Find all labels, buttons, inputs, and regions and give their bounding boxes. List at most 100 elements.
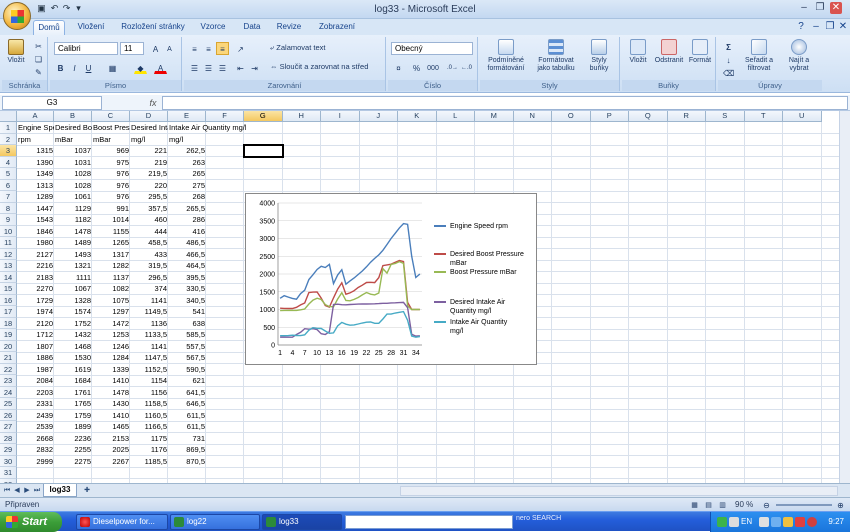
column-header-b[interactable]: B <box>54 111 92 122</box>
cell-e1[interactable]: Intake Air Quantity mg/l <box>168 122 246 134</box>
cell-e29[interactable]: 869,5 <box>168 444 206 456</box>
row-header[interactable]: 9 <box>0 214 17 226</box>
column-header-g[interactable]: G <box>244 111 283 122</box>
cell-e7[interactable]: 268 <box>168 191 206 203</box>
cut-icon[interactable]: ✂ <box>32 39 45 52</box>
cell-a28[interactable]: 2668 <box>17 433 54 445</box>
column-header-t[interactable]: T <box>744 111 783 122</box>
column-header-s[interactable]: S <box>706 111 745 122</box>
cell-d12[interactable]: 433 <box>130 249 168 261</box>
column-header-j[interactable]: J <box>359 111 398 122</box>
active-cell[interactable] <box>243 144 284 158</box>
tray-alert-icon[interactable] <box>807 517 817 527</box>
column-header-e[interactable]: E <box>168 111 206 122</box>
cell-b17[interactable]: 1574 <box>54 306 92 318</box>
cell-d10[interactable]: 444 <box>130 226 168 238</box>
clear-icon[interactable]: ⌫ <box>722 66 735 79</box>
cell-e14[interactable]: 395,5 <box>168 272 206 284</box>
row-header[interactable]: 14 <box>0 271 17 283</box>
bold-button[interactable]: B <box>54 61 67 74</box>
language-indicator[interactable]: EN <box>741 517 752 526</box>
cell-b23[interactable]: 1684 <box>54 375 92 387</box>
ribbon-close-icon[interactable]: ✕ <box>837 21 849 33</box>
cell-a22[interactable]: 1987 <box>17 364 54 376</box>
cell-e2[interactable]: mg/l <box>168 134 206 146</box>
cell-d26[interactable]: 1160,5 <box>130 410 168 422</box>
cell-b10[interactable]: 1478 <box>54 226 92 238</box>
cell-d28[interactable]: 1175 <box>130 433 168 445</box>
cell-d30[interactable]: 1185,5 <box>130 456 168 468</box>
cell-d9[interactable]: 460 <box>130 214 168 226</box>
insert-sheet-icon[interactable]: ✚ <box>80 485 94 496</box>
cell-c5[interactable]: 976 <box>92 168 130 180</box>
cell-b9[interactable]: 1182 <box>54 214 92 226</box>
align-bottom-icon[interactable]: ≡ <box>216 42 229 55</box>
cell-d8[interactable]: 357,5 <box>130 203 168 215</box>
task-log22[interactable]: log22 <box>170 514 260 530</box>
cell-a17[interactable]: 1974 <box>17 306 54 318</box>
office-button[interactable] <box>3 2 31 30</box>
font-name-select[interactable]: Calibri <box>54 42 118 55</box>
cell-b4[interactable]: 1031 <box>54 157 92 169</box>
grow-font-icon[interactable]: A <box>149 42 162 55</box>
cell-c22[interactable]: 1339 <box>92 364 130 376</box>
copy-icon[interactable]: ❏ <box>32 52 45 65</box>
cell-d20[interactable]: 1141 <box>130 341 168 353</box>
cell-b22[interactable]: 1619 <box>54 364 92 376</box>
cell-b20[interactable]: 1468 <box>54 341 92 353</box>
cell-e22[interactable]: 590,5 <box>168 364 206 376</box>
format-cells-button[interactable]: Formát <box>686 39 714 65</box>
column-header-p[interactable]: P <box>590 111 629 122</box>
cell-b16[interactable]: 1328 <box>54 295 92 307</box>
cell-c6[interactable]: 976 <box>92 180 130 192</box>
cell-b12[interactable]: 1493 <box>54 249 92 261</box>
cell-e19[interactable]: 585,5 <box>168 329 206 341</box>
cell-e27[interactable]: 611,5 <box>168 421 206 433</box>
prev-sheet-icon[interactable]: ◀ <box>12 485 22 496</box>
first-sheet-icon[interactable]: ⏮ <box>2 485 12 496</box>
column-header-l[interactable]: L <box>436 111 475 122</box>
cell-e13[interactable]: 464,5 <box>168 260 206 272</box>
cell-a3[interactable]: 1315 <box>17 145 54 157</box>
cell-c10[interactable]: 1155 <box>92 226 130 238</box>
cell-e11[interactable]: 486,5 <box>168 237 206 249</box>
align-right-icon[interactable]: ☰ <box>216 61 229 74</box>
row-header[interactable]: 16 <box>0 294 17 306</box>
cell-e5[interactable]: 265 <box>168 168 206 180</box>
cell-e10[interactable]: 416 <box>168 226 206 238</box>
cell-b2[interactable]: mBar <box>54 134 92 146</box>
cell-a5[interactable]: 1349 <box>17 168 54 180</box>
cell-b19[interactable]: 1432 <box>54 329 92 341</box>
cell-c18[interactable]: 1472 <box>92 318 130 330</box>
column-header-k[interactable]: K <box>398 111 437 122</box>
cell-a21[interactable]: 1886 <box>17 352 54 364</box>
cell-b24[interactable]: 1761 <box>54 387 92 399</box>
cell-c23[interactable]: 1410 <box>92 375 130 387</box>
decrease-decimal-icon[interactable]: ←.0 <box>460 61 473 74</box>
cell-d3[interactable]: 221 <box>130 145 168 157</box>
row-header[interactable]: 7 <box>0 191 17 203</box>
cell-c16[interactable]: 1075 <box>92 295 130 307</box>
insert-function-button[interactable]: fx <box>146 96 160 110</box>
cell-b6[interactable]: 1028 <box>54 180 92 192</box>
cell-b15[interactable]: 1067 <box>54 283 92 295</box>
cell-d6[interactable]: 220 <box>130 180 168 192</box>
column-header-c[interactable]: C <box>92 111 130 122</box>
row-header[interactable]: 30 <box>0 455 17 467</box>
tab-insert[interactable]: Vložení <box>72 20 110 35</box>
cell-a25[interactable]: 2331 <box>17 398 54 410</box>
cell-a8[interactable]: 1447 <box>17 203 54 215</box>
row-header[interactable]: 22 <box>0 363 17 375</box>
cell-c11[interactable]: 1265 <box>92 237 130 249</box>
cell-e18[interactable]: 638 <box>168 318 206 330</box>
cell-d1[interactable]: Desired Intake Air Quantity mg/l <box>130 122 168 134</box>
cell-a12[interactable]: 2127 <box>17 249 54 261</box>
conditional-formatting-button[interactable]: Podmíněné formátování <box>482 39 530 73</box>
cell-d19[interactable]: 1133,5 <box>130 329 168 341</box>
cell-b30[interactable]: 2275 <box>54 456 92 468</box>
cell-a27[interactable]: 2539 <box>17 421 54 433</box>
row-header[interactable]: 19 <box>0 329 17 341</box>
column-header-r[interactable]: R <box>667 111 706 122</box>
cell-a15[interactable]: 2270 <box>17 283 54 295</box>
tray-volume-icon[interactable] <box>771 517 781 527</box>
